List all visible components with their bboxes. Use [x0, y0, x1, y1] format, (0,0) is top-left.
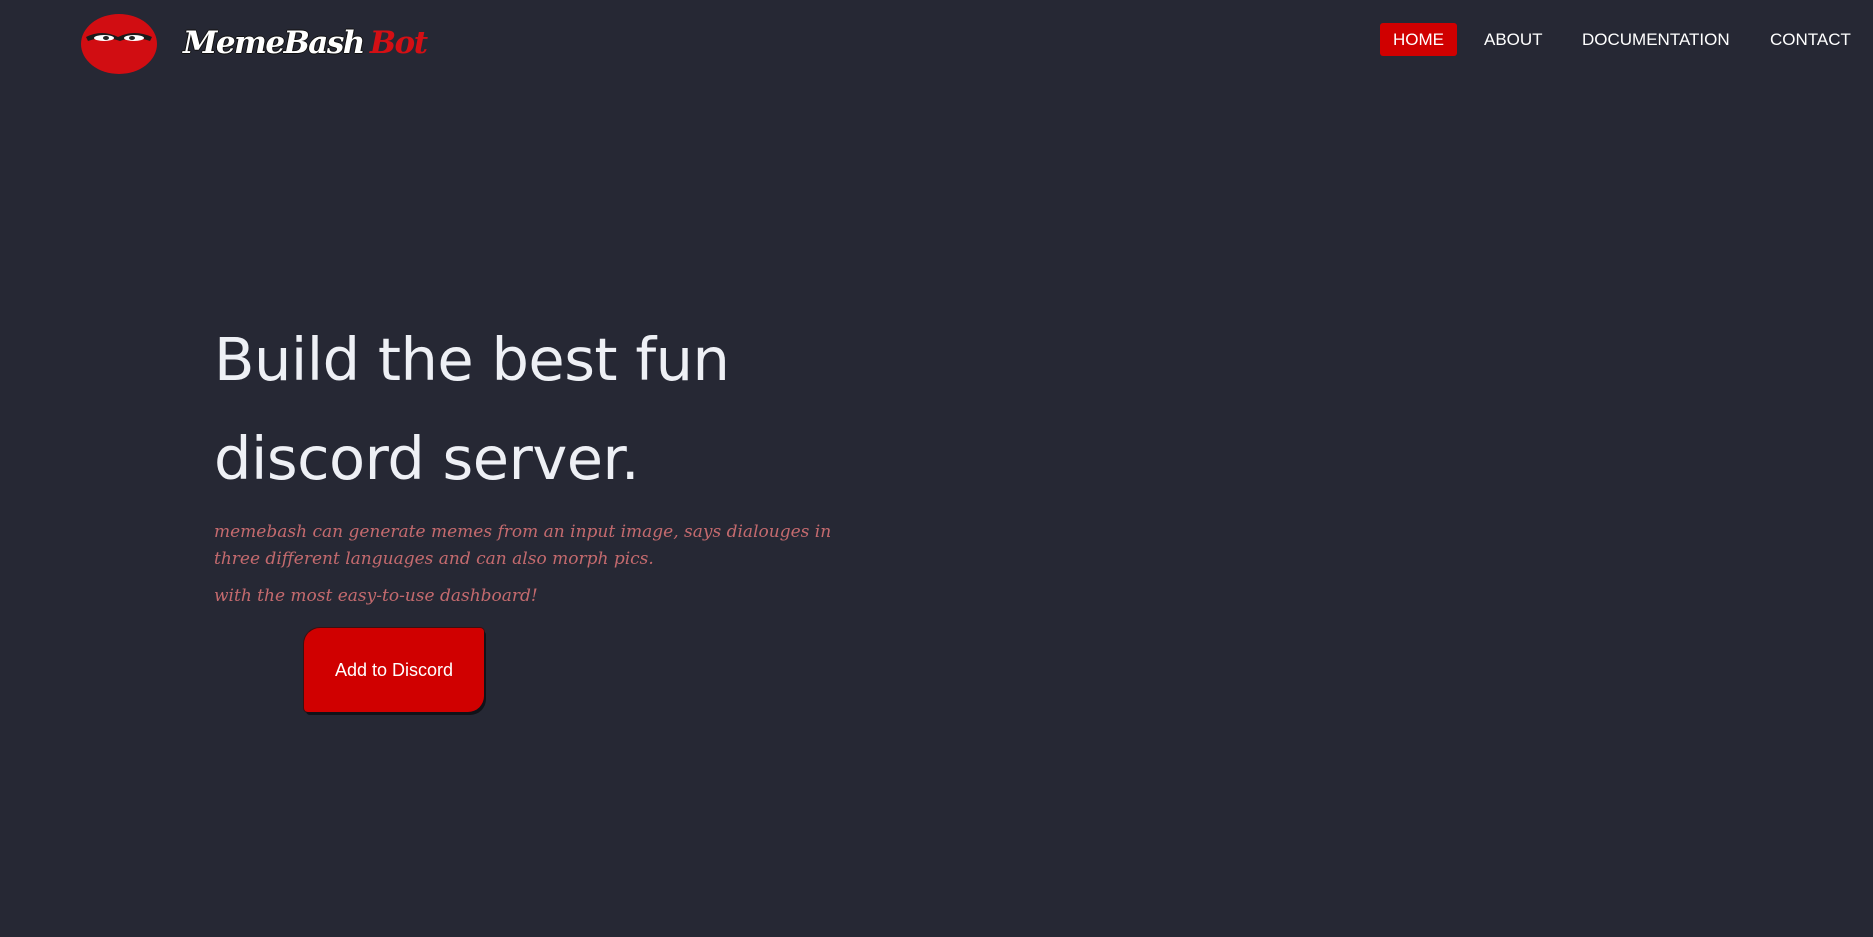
add-to-discord-button[interactable]: Add to Discord [304, 628, 484, 712]
brand-suffix: Bot [369, 25, 428, 61]
main-nav: HOME ABOUT DOCUMENTATION CONTACT [1380, 23, 1873, 57]
hero-title-line-1: Build the best fun [214, 325, 730, 394]
hero-description: memebash can generate memes from an inpu… [214, 522, 832, 569]
nav-about[interactable]: ABOUT [1484, 23, 1543, 56]
brand-logo[interactable]: MemeBash Bot [183, 25, 428, 61]
nav-contact[interactable]: CONTACT [1770, 23, 1851, 56]
nav-home[interactable]: HOME [1380, 23, 1457, 56]
page: MemeBash Bot HOME ABOUT DOCUMENTATION CON… [0, 0, 1873, 937]
hero-title: Build the best fun discord server. [214, 310, 914, 508]
hero-title-line-2: discord server. [214, 424, 640, 493]
brand-name: MemeBash [183, 25, 365, 61]
nav-documentation[interactable]: DOCUMENTATION [1582, 23, 1730, 56]
hero-tagline: with the most easy-to-use dashboard! [214, 586, 538, 606]
masked-face-logo-icon[interactable] [80, 13, 158, 75]
